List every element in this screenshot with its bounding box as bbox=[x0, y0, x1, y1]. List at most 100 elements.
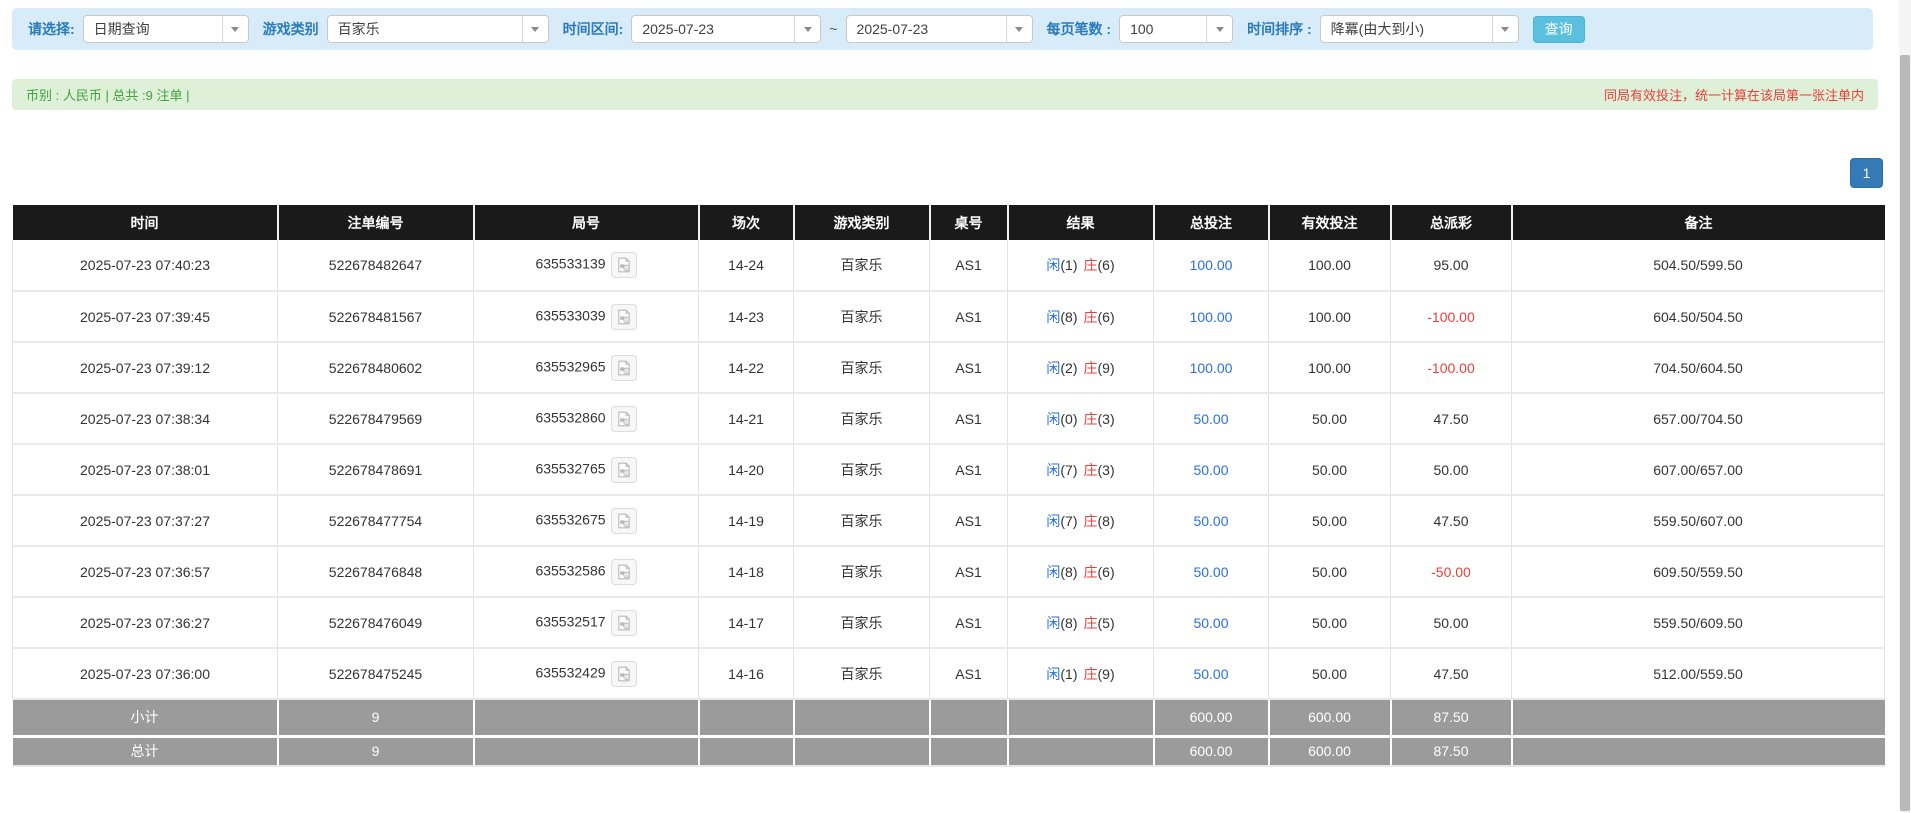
total-bet-link[interactable]: 50.00 bbox=[1193, 462, 1228, 478]
subtotal-payout: 87.50 bbox=[1390, 699, 1513, 738]
cell-bet-id: 522678475245 bbox=[277, 648, 474, 700]
cell-result: 闲(8) 庄(6) bbox=[1007, 546, 1154, 598]
cell-round-id: 635532675 bbox=[473, 495, 699, 547]
total-bet-link[interactable]: 100.00 bbox=[1190, 257, 1233, 273]
filter-bar: 请选择: 日期查询 游戏类别 百家乐 时间区间: 2025-07-23 ~ 20… bbox=[12, 8, 1873, 50]
column-header: 时间 bbox=[12, 205, 279, 240]
total-bet-link[interactable]: 100.00 bbox=[1190, 309, 1233, 325]
column-header: 注单编号 bbox=[277, 205, 475, 240]
total-bet-link[interactable]: 100.00 bbox=[1190, 360, 1233, 376]
cell-session: 14-21 bbox=[698, 393, 794, 445]
total-bet-link[interactable]: 50.00 bbox=[1193, 666, 1228, 682]
cell-payout: 47.50 bbox=[1390, 393, 1512, 445]
result-player-label: 闲 bbox=[1046, 359, 1061, 376]
column-header: 游戏类别 bbox=[793, 205, 931, 240]
cell-round-id: 635532429 bbox=[473, 648, 699, 700]
cell-time: 2025-07-23 07:36:27 bbox=[12, 597, 278, 649]
cell-session: 14-20 bbox=[698, 444, 794, 496]
video-replay-button[interactable] bbox=[610, 558, 637, 585]
result-banker-value: (6) bbox=[1097, 563, 1115, 580]
result-banker-label: 庄 bbox=[1083, 512, 1098, 529]
cell-payout: 50.00 bbox=[1390, 597, 1512, 649]
result-banker-value: (8) bbox=[1097, 512, 1115, 529]
currency-total-text: 币别 : 人民币 | 总共 :9 注单 | bbox=[26, 88, 190, 103]
cell-result: 闲(7) 庄(8) bbox=[1007, 495, 1154, 547]
page-size-select[interactable]: 100 bbox=[1119, 15, 1234, 43]
filter-label-time-range: 时间区间: bbox=[562, 21, 624, 37]
cell-bet-id: 522678477754 bbox=[277, 495, 474, 547]
video-replay-button[interactable] bbox=[610, 456, 637, 483]
cell-total-bet: 100.00 bbox=[1153, 240, 1269, 292]
round-number: 635533139 bbox=[535, 255, 606, 272]
result-banker-label: 庄 bbox=[1083, 359, 1098, 376]
table-row: 2025-07-23 07:36:00 522678475245 6355324… bbox=[12, 648, 1885, 700]
table-row: 2025-07-23 07:36:27 522678476049 6355325… bbox=[12, 597, 1885, 649]
cell-time: 2025-07-23 07:37:27 bbox=[12, 495, 278, 547]
cell-session: 14-23 bbox=[698, 291, 794, 343]
result-player-label: 闲 bbox=[1046, 257, 1061, 273]
table-body: 2025-07-23 07:40:23 522678482647 6355331… bbox=[12, 240, 1885, 700]
vertical-scrollbar[interactable] bbox=[1899, 0, 1911, 813]
column-header: 桌号 bbox=[929, 205, 1009, 240]
result-player-label: 闲 bbox=[1046, 563, 1061, 580]
result-banker-value: (3) bbox=[1097, 461, 1115, 478]
sort-order-value: 降冪(由大到小) bbox=[1330, 21, 1424, 37]
video-file-icon bbox=[617, 513, 630, 528]
video-replay-button[interactable] bbox=[610, 609, 637, 636]
cell-valid-bet: 50.00 bbox=[1268, 546, 1391, 598]
cell-table-no: AS1 bbox=[929, 291, 1008, 343]
video-replay-button[interactable] bbox=[610, 354, 637, 381]
cell-result: 闲(7) 庄(3) bbox=[1007, 444, 1154, 496]
table-row: 2025-07-23 07:38:34 522678479569 6355328… bbox=[12, 393, 1885, 445]
video-replay-button[interactable] bbox=[610, 252, 637, 278]
date-to-select[interactable]: 2025-07-23 bbox=[845, 15, 1033, 43]
result-player-value: (0) bbox=[1060, 410, 1078, 427]
cell-bet-id: 522678478691 bbox=[277, 444, 474, 496]
query-type-select[interactable]: 日期查询 bbox=[82, 15, 249, 43]
video-replay-button[interactable] bbox=[610, 507, 637, 534]
result-player-label: 闲 bbox=[1046, 665, 1061, 682]
cell-remark: 559.50/607.00 bbox=[1511, 495, 1885, 547]
cell-bet-id: 522678482647 bbox=[277, 240, 474, 292]
cell-table-no: AS1 bbox=[929, 597, 1008, 649]
pagination-page-1[interactable]: 1 bbox=[1850, 158, 1883, 188]
cell-game-type: 百家乐 bbox=[793, 291, 930, 343]
range-separator: ~ bbox=[829, 21, 838, 37]
notice-text: 同局有效投注，统一计算在该局第一张注单内 bbox=[1603, 88, 1864, 103]
chevron-down-icon bbox=[521, 16, 548, 42]
video-replay-button[interactable] bbox=[610, 303, 637, 330]
cell-remark: 604.50/504.50 bbox=[1511, 291, 1885, 343]
result-banker-value: (9) bbox=[1097, 359, 1115, 376]
date-from-select[interactable]: 2025-07-23 bbox=[631, 15, 822, 43]
total-bet-link[interactable]: 50.00 bbox=[1193, 411, 1228, 427]
grand-total-payout: 87.50 bbox=[1390, 736, 1513, 767]
total-bet-link[interactable]: 50.00 bbox=[1193, 615, 1228, 631]
video-replay-button[interactable] bbox=[610, 405, 637, 432]
result-banker-label: 庄 bbox=[1083, 461, 1098, 478]
total-bet-link[interactable]: 50.00 bbox=[1193, 564, 1228, 580]
filter-label-sort: 时间排序 : bbox=[1247, 21, 1312, 37]
sort-order-select[interactable]: 降冪(由大到小) bbox=[1319, 15, 1519, 43]
result-banker-value: (6) bbox=[1097, 308, 1115, 325]
video-replay-button[interactable] bbox=[610, 660, 637, 687]
cell-game-type: 百家乐 bbox=[793, 495, 930, 547]
subtotal-row: 小计 9 600.00 600.00 87.50 bbox=[12, 699, 1885, 738]
filter-label-page-size: 每页笔数 : bbox=[1046, 21, 1112, 37]
scrollbar-thumb[interactable] bbox=[1900, 55, 1910, 811]
result-banker-value: (3) bbox=[1097, 410, 1115, 427]
search-button[interactable]: 查询 bbox=[1532, 15, 1585, 43]
game-type-select[interactable]: 百家乐 bbox=[326, 15, 549, 43]
chevron-down-icon bbox=[1005, 16, 1032, 42]
cell-round-id: 635532965 bbox=[473, 342, 699, 394]
cell-total-bet: 100.00 bbox=[1153, 342, 1269, 394]
date-from-value: 2025-07-23 bbox=[642, 21, 714, 37]
grand-total-count: 9 bbox=[277, 736, 475, 767]
chevron-down-icon bbox=[1491, 16, 1518, 42]
cell-session: 14-18 bbox=[698, 546, 794, 598]
result-player-value: (8) bbox=[1060, 308, 1078, 325]
round-number: 635532517 bbox=[535, 613, 606, 630]
cell-round-id: 635532860 bbox=[473, 393, 699, 445]
cell-game-type: 百家乐 bbox=[793, 648, 930, 700]
video-file-icon bbox=[617, 411, 630, 426]
total-bet-link[interactable]: 50.00 bbox=[1193, 513, 1228, 529]
